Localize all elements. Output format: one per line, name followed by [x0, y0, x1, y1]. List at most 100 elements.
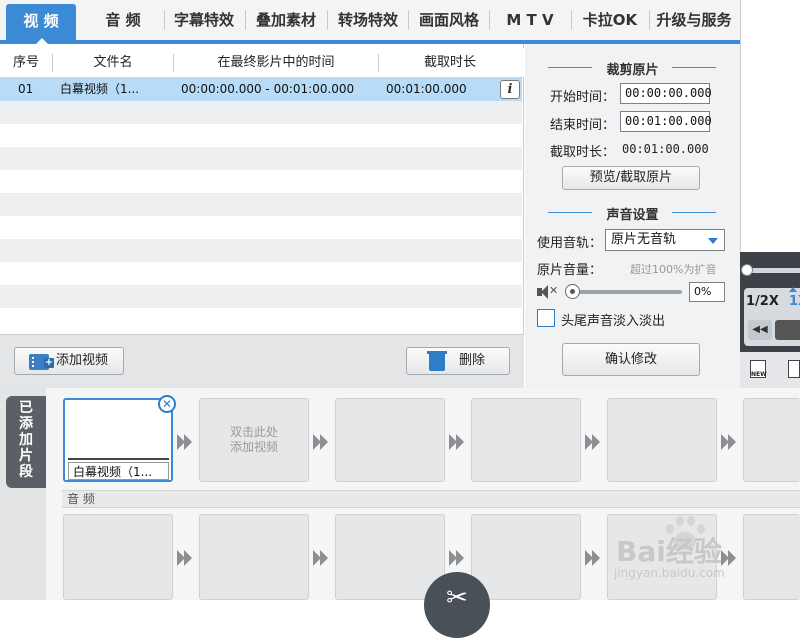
audio-clip-slot[interactable] — [471, 514, 581, 600]
start-time-input[interactable]: 00:00:00.000 — [620, 83, 712, 104]
placeholder-line: 双击此处 — [229, 425, 278, 439]
tab-separator — [571, 10, 572, 30]
tab-subtitle-effects[interactable]: 字幕特效 — [166, 0, 242, 40]
tab-image-style[interactable]: 画面风格 — [410, 0, 488, 40]
scissors-icon[interactable]: ✂ — [424, 572, 490, 638]
table-row — [0, 170, 522, 193]
side-tab-char: 片 — [19, 448, 33, 464]
file-list-footer: + 添加视频 删除 — [0, 334, 524, 388]
main-tab-bar: 视 频 音 频 字幕特效 叠加素材 转场特效 画面风格 M T V 卡拉OK 升… — [0, 0, 740, 44]
empty-clip-slot[interactable] — [743, 398, 800, 482]
transition-arrow-icon — [313, 550, 331, 566]
transition-arrow-icon — [721, 550, 739, 566]
column-header-index[interactable]: 序号 — [0, 48, 52, 78]
tab-separator — [408, 10, 409, 30]
mute-icon[interactable]: ✕ — [537, 284, 558, 299]
placeholder-line: 添加视频 — [229, 440, 278, 454]
delete-button[interactable]: 删除 — [406, 347, 510, 375]
table-row — [0, 101, 522, 124]
audio-track-label: 使用音轨： — [537, 236, 603, 251]
tab-transition-effects[interactable]: 转场特效 — [329, 0, 407, 40]
clip-thumbnail — [68, 403, 169, 460]
table-row — [0, 285, 522, 308]
end-time-label: 结束时间： — [550, 118, 616, 133]
table-row — [0, 147, 522, 170]
transition-arrow-icon — [449, 550, 467, 566]
audio-clip-slot[interactable] — [63, 514, 173, 600]
audio-clip-slot[interactable] — [743, 514, 800, 600]
tab-overlay-material[interactable]: 叠加素材 — [247, 0, 325, 40]
audio-track-select[interactable]: 原片无音轨 — [605, 229, 725, 251]
transition-arrow-icon — [585, 434, 603, 450]
tab-separator — [164, 10, 165, 30]
column-header-duration[interactable]: 截取时长 — [379, 48, 521, 78]
column-header-filename[interactable]: 文件名 — [53, 48, 173, 78]
playback-seek-knob[interactable] — [741, 264, 753, 276]
watermark-url: jingyan.baidu.com — [614, 566, 725, 580]
file-list-rows: 01 白幕视频（1... 00:00:00.000 - 00:01:00.000… — [0, 78, 522, 331]
tab-karaoke[interactable]: 卡拉OK — [573, 0, 647, 40]
player-progress — [775, 320, 800, 340]
volume-hint: 超过100%为扩音 — [630, 263, 717, 276]
timeline-clip[interactable]: 白幕视频（1... — [63, 398, 173, 482]
empty-clip-slot[interactable] — [471, 398, 581, 482]
transition-arrow-icon — [449, 434, 467, 450]
trim-section-title: 裁剪原片 — [606, 63, 659, 78]
info-icon[interactable]: i — [500, 80, 520, 99]
preview-screen — [740, 0, 800, 252]
audio-clip-slot[interactable] — [199, 514, 309, 600]
volume-slider-knob[interactable] — [565, 284, 580, 299]
rewind-icon[interactable]: ◀◀ — [748, 320, 772, 340]
row-index: 01 — [18, 82, 34, 96]
fade-checkbox[interactable] — [537, 309, 555, 327]
table-row[interactable]: 01 白幕视频（1... 00:00:00.000 - 00:01:00.000… — [0, 78, 522, 101]
clip-duration-label: 截取时长： — [550, 145, 616, 160]
plus-icon: + — [44, 357, 54, 368]
sound-section-title: 声音设置 — [606, 208, 659, 223]
edit-icon[interactable] — [788, 360, 800, 378]
side-tab-char: 加 — [19, 432, 33, 448]
preview-trim-button[interactable]: 预览/截取原片 — [562, 166, 700, 190]
column-header-timeline-time[interactable]: 在最终影片中的时间 — [174, 48, 378, 78]
table-row — [0, 124, 522, 147]
row-filename: 白幕视频（1... — [60, 82, 140, 96]
add-video-button[interactable]: + 添加视频 — [14, 347, 124, 375]
transition-arrow-icon — [177, 434, 195, 450]
table-row — [0, 262, 522, 285]
transition-arrow-icon — [721, 434, 739, 450]
clip-duration-value: 00:01:00.000 — [622, 142, 709, 156]
empty-clip-slot[interactable]: 双击此处 添加视频 — [199, 398, 309, 482]
empty-clip-slot[interactable] — [335, 398, 445, 482]
tab-video[interactable]: 视 频 — [6, 4, 76, 40]
added-clips-tab[interactable]: 已 添 加 片 段 — [6, 396, 46, 488]
transition-arrow-icon — [177, 550, 195, 566]
end-time-input[interactable]: 00:01:00.000 — [620, 111, 712, 132]
volume-input[interactable]: 0% — [689, 282, 725, 302]
empty-clip-slot[interactable] — [607, 398, 717, 482]
video-file-list: 序号 文件名 在最终影片中的时间 截取时长 01 白幕视频（1... 00:00… — [0, 44, 524, 334]
table-row — [0, 216, 522, 239]
row-duration: 00:01:00.000 — [386, 82, 467, 96]
add-video-placeholder: 双击此处 添加视频 — [200, 425, 308, 455]
tab-audio[interactable]: 音 频 — [84, 0, 162, 40]
chevron-down-icon — [708, 238, 718, 244]
speed-one-button[interactable]: 1X — [789, 294, 800, 309]
side-tab-char: 已 — [19, 400, 33, 416]
volume-label: 原片音量： — [537, 263, 603, 278]
volume-slider-track[interactable] — [570, 290, 682, 294]
tab-upgrade-services[interactable]: 升级与服务 — [650, 0, 738, 40]
close-icon[interactable]: ✕ — [158, 395, 176, 413]
new-project-icon[interactable]: NEW — [750, 360, 767, 378]
table-row — [0, 308, 522, 331]
tab-mtv[interactable]: M T V — [491, 0, 569, 40]
confirm-changes-button[interactable]: 确认修改 — [562, 343, 700, 376]
speed-indicator-icon — [789, 287, 797, 292]
side-tab-char: 添 — [19, 416, 33, 432]
transition-arrow-icon — [585, 550, 603, 566]
start-time-label: 开始时间： — [550, 90, 616, 105]
tab-separator — [489, 10, 490, 30]
speed-half-button[interactable]: 1/2X — [746, 294, 779, 309]
playback-seek-bar[interactable] — [746, 268, 800, 273]
tab-separator — [327, 10, 328, 30]
audio-track-label: 音 频 — [62, 490, 800, 508]
